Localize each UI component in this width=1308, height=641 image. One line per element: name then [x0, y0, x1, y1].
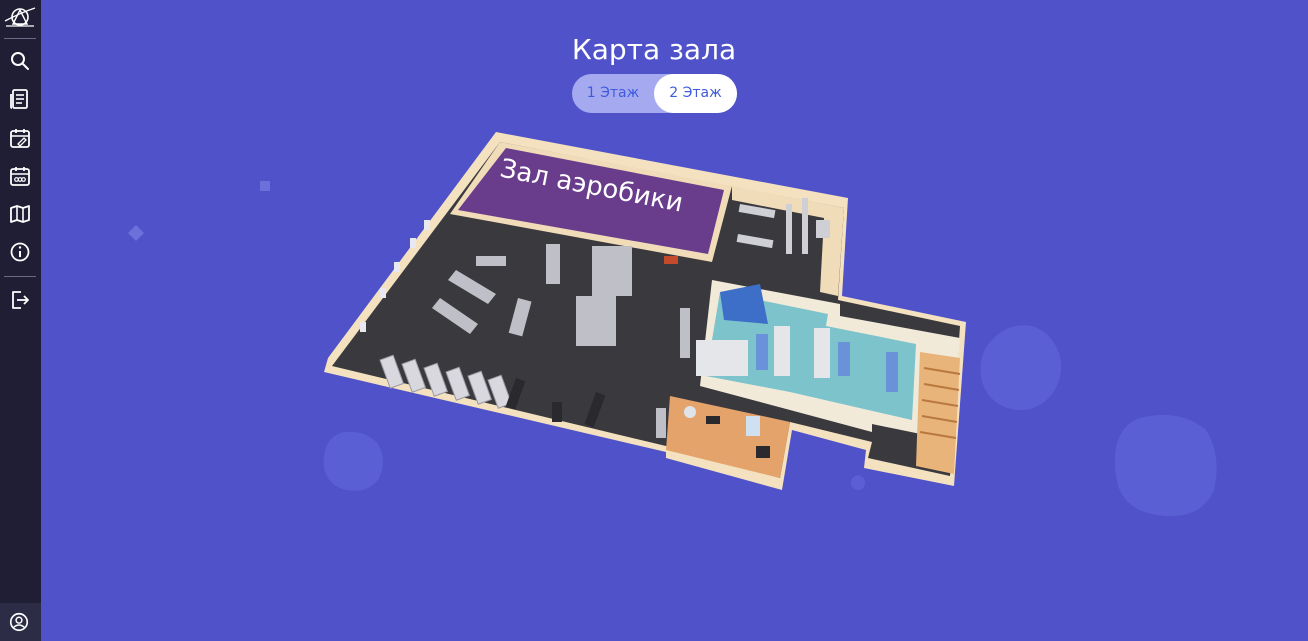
gym-floor-map[interactable]: Зал аэробики	[320, 128, 972, 492]
decorative-blob	[128, 225, 144, 241]
decorative-blob	[1114, 414, 1217, 517]
calendar-edit-icon	[10, 129, 30, 148]
sidebar-divider	[4, 276, 36, 277]
sidebar-item-map[interactable]	[8, 202, 32, 226]
tab-floor-2[interactable]: 2 Этаж	[654, 74, 737, 113]
info-icon	[10, 242, 30, 262]
sidebar-item-schedule[interactable]	[8, 164, 32, 188]
sidebar	[0, 0, 41, 641]
document-list-icon	[10, 89, 28, 109]
decorative-blob	[260, 181, 270, 191]
aerobics-door	[664, 256, 678, 264]
sidebar-item-booking[interactable]	[8, 126, 32, 150]
search-icon	[11, 52, 29, 70]
map-icon	[10, 205, 30, 223]
sidebar-item-logout[interactable]	[8, 288, 32, 312]
sidebar-item-search[interactable]	[8, 49, 32, 73]
page-title: Карта зала	[571, 32, 737, 66]
decorative-blob	[980, 325, 1062, 411]
profile-button[interactable]	[0, 603, 41, 641]
sidebar-divider	[4, 38, 36, 39]
staircase	[916, 352, 961, 474]
floor-toggle: 1 Этаж 2 Этаж	[572, 74, 737, 113]
tab-floor-1[interactable]: 1 Этаж	[572, 74, 654, 113]
app-logo-icon[interactable]	[4, 4, 36, 30]
logout-icon	[12, 291, 29, 309]
sidebar-item-info[interactable]	[8, 240, 32, 264]
schedule-calendar-icon	[10, 167, 30, 186]
sidebar-item-news[interactable]	[8, 87, 32, 111]
user-profile-icon	[9, 612, 29, 632]
